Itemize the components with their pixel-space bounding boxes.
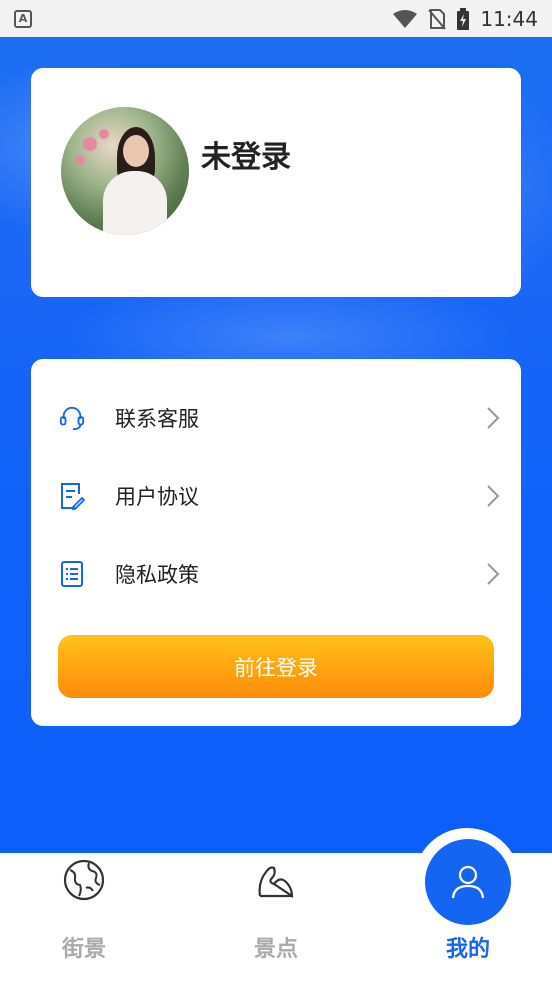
no-sim-icon [428,8,447,30]
nav-tab-mine-label-wrap: 我的 [408,853,528,981]
globe-icon [63,859,105,901]
nav-tab-attractions[interactable]: 景点 [216,853,336,981]
menu-item-user-agreement[interactable]: 用户协议 [31,466,521,526]
menu-item-customer-service[interactable]: 联系客服 [31,388,521,448]
mountain-icon [258,866,294,899]
nav-label: 景点 [253,937,298,962]
headset-icon [59,405,85,431]
profile-card[interactable]: 未登录 [31,68,521,297]
status-time: 11:44 [480,6,538,31]
app-badge-icon: A [14,9,32,28]
wifi-icon [393,9,418,28]
nav-tab-street-view[interactable]: 街景 [24,853,144,981]
chevron-right-icon [487,563,500,585]
chevron-right-icon [487,485,500,507]
chevron-right-icon [487,407,500,429]
menu-item-privacy-policy[interactable]: 隐私政策 [31,544,521,604]
login-status-title[interactable]: 未登录 [201,132,291,176]
nav-label[interactable]: 我的 [408,931,528,963]
login-button[interactable]: 前往登录 [58,635,494,698]
document-edit-icon [59,483,85,510]
menu-item-label: 隐私政策 [115,563,199,587]
menu-card: 联系客服 用户协议 隐私政策 前往登录 [31,359,521,726]
menu-item-label: 用户协议 [115,485,199,509]
menu-item-label: 联系客服 [115,407,199,431]
avatar[interactable] [61,107,189,235]
nav-label: 街景 [61,937,106,962]
status-bar: A 11:44 [0,0,552,37]
battery-charging-icon [457,7,470,30]
bottom-nav: 街景 景点 我的 [0,828,552,981]
list-document-icon [59,561,85,587]
